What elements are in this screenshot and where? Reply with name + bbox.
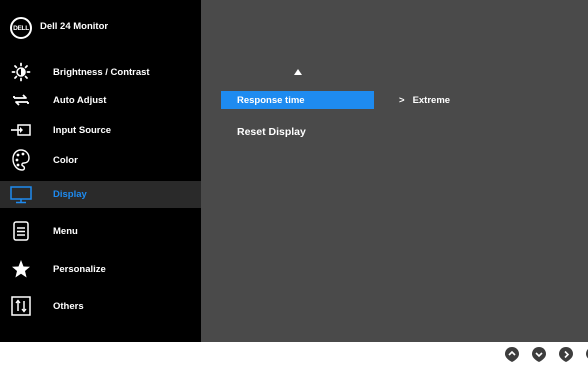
response-time-value: > Extreme (399, 91, 450, 109)
sidebar-item-label: Brightness / Contrast (53, 66, 150, 78)
input-source-icon (10, 119, 32, 141)
sidebar-item-label: Auto Adjust (53, 94, 107, 106)
option-label: Response time (237, 94, 305, 106)
sidebar-item-label: Menu (53, 225, 78, 237)
sidebar-item-label: Display (53, 189, 87, 200)
star-icon (10, 258, 32, 280)
option-response-time[interactable]: Response time (221, 91, 374, 109)
sidebar-item-label: Color (53, 154, 78, 166)
sidebar-item-label: Others (53, 300, 84, 312)
sidebar-item-label: Personalize (53, 263, 106, 275)
dell-logo-text: DELL (13, 24, 29, 32)
osd-sidebar: DELL Dell 24 Monitor Brightness / Contra… (0, 0, 201, 342)
monitor-osd: DELL Dell 24 Monitor Brightness / Contra… (0, 0, 588, 342)
osd-submenu-panel: Response time > Extreme Reset Display (201, 0, 588, 342)
color-palette-icon (10, 149, 32, 171)
others-icon (10, 295, 32, 317)
osd-control-buttons (505, 347, 588, 362)
sidebar-item-brightness-contrast[interactable]: Brightness / Contrast (0, 59, 201, 85)
brightness-icon (10, 61, 32, 83)
auto-adjust-icon (10, 89, 32, 111)
sidebar-item-auto-adjust[interactable]: Auto Adjust (0, 87, 201, 113)
sidebar-item-personalize[interactable]: Personalize (0, 256, 201, 282)
sidebar-item-label: Input Source (53, 124, 112, 136)
option-reset-display[interactable]: Reset Display (221, 123, 306, 141)
sidebar-item-others[interactable]: Others (0, 293, 201, 319)
osd-header: DELL Dell 24 Monitor (0, 0, 201, 54)
sidebar-item-menu[interactable]: Menu (0, 218, 201, 244)
down-button-icon[interactable] (532, 347, 546, 362)
dell-logo: DELL (10, 17, 32, 39)
up-button-icon[interactable] (505, 347, 519, 362)
sidebar-item-color[interactable]: Color (0, 147, 201, 173)
value-text: Extreme (412, 94, 451, 106)
sidebar-item-display[interactable]: Display (0, 181, 201, 208)
display-monitor-icon (10, 184, 32, 206)
sidebar-item-input-source[interactable]: Input Source (0, 117, 201, 143)
scroll-up-arrow-icon[interactable] (294, 69, 302, 75)
value-arrow: > (399, 94, 405, 106)
right-button-icon[interactable] (559, 347, 573, 362)
model-name: Dell 24 Monitor (40, 21, 109, 32)
option-label: Reset Display (237, 126, 306, 138)
menu-icon (10, 220, 32, 242)
